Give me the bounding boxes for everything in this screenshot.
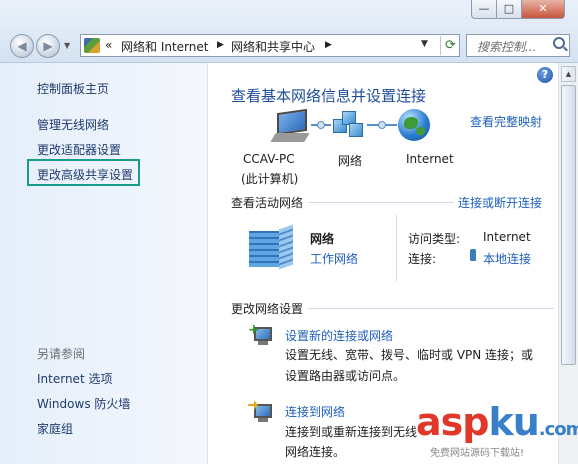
main-content: ? 查看基本网络信息并设置连接 查看完整映射 CCAV-PC (此计算机) 网络… (208, 63, 558, 464)
close-button[interactable]: ✕ (521, 0, 565, 19)
connect-to-network-desc: 连接到或重新连接到无线 (285, 425, 418, 439)
scroll-up-button[interactable]: ▲ (561, 66, 576, 82)
maximize-button[interactable]: □ (496, 0, 522, 19)
left-task-pane: 控制面板主页 管理无线网络 更改适配器设置 更改高级共享设置 另请参阅 Inte… (0, 63, 208, 464)
setup-new-connection-desc: 设置路由器或访问点。 (285, 369, 406, 383)
scroll-thumb[interactable] (561, 85, 576, 365)
computer-icon (270, 108, 311, 145)
panel-divider (396, 215, 397, 281)
breadcrumb-separator-icon[interactable]: ▶ (325, 40, 332, 50)
network-label: 网络 (338, 154, 363, 168)
vertical-scrollbar[interactable]: ▲ (558, 63, 578, 464)
manage-wireless-link[interactable]: 管理无线网络 (37, 116, 109, 133)
windows-firewall-link[interactable]: Windows 防火墙 (37, 395, 130, 412)
network-icon (333, 109, 365, 143)
change-adapter-settings-link[interactable]: 更改适配器设置 (37, 141, 121, 158)
network-type-link[interactable]: 工作网络 (310, 250, 358, 267)
see-also-heading: 另请参阅 (37, 347, 86, 361)
connect-network-icon[interactable] (248, 400, 276, 426)
section-divider (308, 308, 554, 309)
connect-disconnect-link[interactable]: 连接或断开连接 (458, 194, 542, 211)
refresh-icon[interactable]: ⟳ (440, 36, 460, 55)
breadcrumb-network-internet[interactable]: 网络和 Internet (121, 38, 208, 55)
control-panel-icon (84, 38, 100, 53)
control-panel-home-link[interactable]: 控制面板主页 (37, 80, 109, 97)
search-icon[interactable] (553, 37, 565, 49)
forward-button[interactable]: ▶ (36, 34, 60, 58)
ethernet-icon (470, 249, 476, 261)
search-input[interactable]: 搜索控制... (466, 34, 570, 57)
new-connection-icon[interactable]: + (248, 322, 276, 349)
internet-options-link[interactable]: Internet 选项 (37, 370, 112, 387)
address-dropdown-icon[interactable]: ▼ (421, 39, 428, 49)
arrow-right-icon: ▶ (43, 39, 53, 53)
connections-label: 连接: (408, 252, 437, 266)
map-link-dot (317, 121, 325, 129)
active-networks-heading: 查看活动网络 (231, 196, 304, 210)
recent-pages-dropdown-icon[interactable]: ▼ (64, 41, 70, 50)
search-placeholder: 搜索控制... (477, 40, 537, 54)
breadcrumb-sharing-center[interactable]: 网络和共享中心 (231, 38, 315, 55)
change-settings-heading: 更改网络设置 (231, 302, 304, 316)
help-icon[interactable]: ? (537, 67, 553, 83)
access-type-label: 访问类型: (408, 232, 461, 246)
local-connection-link[interactable]: 本地连接 (483, 250, 531, 267)
computer-sub-label: (此计算机) (241, 172, 299, 186)
homegroup-link[interactable]: 家庭组 (37, 420, 73, 437)
minimize-button[interactable]: — (471, 0, 497, 19)
breadcrumb-overflow[interactable]: « (105, 38, 112, 52)
breadcrumb-separator-icon[interactable]: ▶ (217, 40, 224, 50)
map-link-dot (378, 121, 386, 129)
computer-name-label: CCAV-PC (243, 152, 295, 166)
page-title: 查看基本网络信息并设置连接 (231, 87, 427, 105)
section-divider (308, 202, 454, 203)
access-type-value: Internet (483, 230, 531, 244)
address-bar[interactable]: « 网络和 Internet ▶ 网络和共享中心 ▶ ▼ ⟳ (80, 34, 460, 57)
network-map: CCAV-PC (此计算机) 网络 Internet (208, 108, 558, 199)
title-bar: — □ ✕ ◀ ▶ ▼ « 网络和 Internet ▶ 网络和共享中心 ▶ ▼… (0, 0, 578, 63)
back-button[interactable]: ◀ (10, 34, 34, 58)
connect-to-network-desc: 网络连接。 (285, 445, 346, 459)
network-sharing-center-window: — □ ✕ ◀ ▶ ▼ « 网络和 Internet ▶ 网络和共享中心 ▶ ▼… (0, 0, 578, 464)
setup-new-connection-link[interactable]: 设置新的连接或网络 (285, 327, 393, 344)
work-network-icon[interactable] (249, 223, 295, 270)
setup-new-connection-desc: 设置无线、宽带、拨号、临时或 VPN 连接；或 (285, 348, 534, 362)
active-network-panel: 网络 工作网络 访问类型: Internet 连接: 本地连接 (231, 213, 551, 291)
active-network-name: 网络 (310, 232, 335, 246)
arrow-left-icon: ◀ (17, 39, 27, 53)
globe-icon (398, 109, 430, 141)
connect-to-network-link[interactable]: 连接到网络 (285, 403, 345, 420)
internet-label: Internet (406, 152, 454, 166)
highlight-box (27, 159, 140, 186)
